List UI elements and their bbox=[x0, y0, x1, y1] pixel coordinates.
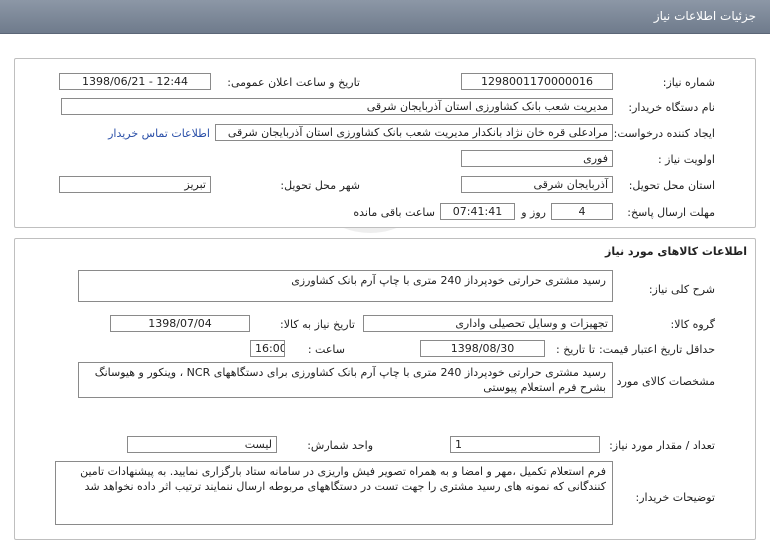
time-unit-label: ساعت باقی مانده bbox=[353, 206, 435, 219]
need-number-label: شماره نیاز: bbox=[662, 76, 715, 89]
buyer-contact-link[interactable]: اطلاعات تماس خریدار bbox=[108, 127, 210, 140]
summary-field[interactable]: رسید مشتری حرارتی خودپرداز 240 متری با چ… bbox=[78, 270, 613, 302]
announce-date-field[interactable]: 1398/06/21 - 12:44 bbox=[59, 73, 211, 90]
province-field[interactable]: آذربایجان شرقی bbox=[461, 176, 613, 193]
goods-header: اطلاعات کالاهای مورد نیاز bbox=[605, 245, 747, 258]
need-date-label: تاریخ نیاز به کالا: bbox=[280, 318, 355, 331]
city-label: شهر محل تحویل: bbox=[280, 179, 360, 192]
buyer-org-label: نام دستگاه خریدار: bbox=[628, 101, 715, 114]
validity-time-field[interactable]: 16:00 bbox=[250, 340, 285, 357]
creator-field[interactable]: مرادعلی قره خان نژاد بانکدار مدیریت شعب … bbox=[215, 124, 613, 141]
summary-label: شرح کلی نیاز: bbox=[648, 283, 715, 296]
creator-label: ایجاد کننده درخواست: bbox=[613, 127, 715, 140]
window-titlebar: جزئيات اطلاعات نياز bbox=[0, 0, 770, 34]
deadline-label: مهلت ارسال پاسخ: bbox=[627, 206, 715, 219]
need-number-field[interactable]: 1298001170000016 bbox=[461, 73, 613, 90]
specs-field[interactable]: رسید مشتری حرارتی خودپرداز 240 متری با چ… bbox=[78, 362, 613, 398]
qty-field[interactable]: 1 bbox=[450, 436, 600, 453]
qty-label: تعداد / مقدار مورد نیاز: bbox=[609, 439, 715, 452]
goods-panel: اطلاعات کالاهای مورد نیاز شرح کلی نیاز: … bbox=[14, 238, 756, 540]
city-field[interactable]: تبریز bbox=[59, 176, 211, 193]
unit-field[interactable]: لیست bbox=[127, 436, 277, 453]
group-label: گروه کالا: bbox=[670, 318, 715, 331]
validity-label: حداقل تاریخ اعتبار قیمت: bbox=[599, 343, 715, 356]
validity-date-field[interactable]: 1398/08/30 bbox=[420, 340, 545, 357]
priority-label: اولویت نیاز : bbox=[657, 153, 715, 166]
announce-date-label: تاریخ و ساعت اعلان عمومی: bbox=[227, 76, 360, 89]
group-field[interactable]: تجهیزات و وسایل تحصیلی واداری bbox=[363, 315, 613, 332]
unit-label: واحد شمارش: bbox=[307, 439, 373, 452]
buyer-org-field[interactable]: مدیریت شعب بانک کشاورزی استان آذربایجان … bbox=[61, 98, 613, 115]
validity-time-label: ساعت : bbox=[307, 343, 345, 356]
buyer-notes-label: توضیحات خریدار: bbox=[635, 491, 716, 504]
window-title: جزئيات اطلاعات نياز bbox=[653, 9, 756, 23]
need-info-panel: شماره نیاز: 1298001170000016 تاریخ و ساع… bbox=[14, 58, 756, 228]
time-remaining-field[interactable]: 07:41:41 bbox=[440, 203, 515, 220]
until-date-label: تا تاریخ : bbox=[556, 343, 595, 356]
priority-field[interactable]: فوری bbox=[461, 150, 613, 167]
days-field[interactable]: 4 bbox=[551, 203, 613, 220]
need-date-field[interactable]: 1398/07/04 bbox=[110, 315, 250, 332]
buyer-notes-field[interactable]: فرم استعلام تکمیل ،مهر و امضا و به همراه… bbox=[55, 461, 613, 525]
province-label: استان محل تحویل: bbox=[628, 179, 715, 192]
days-unit-label: روز و bbox=[521, 206, 546, 219]
